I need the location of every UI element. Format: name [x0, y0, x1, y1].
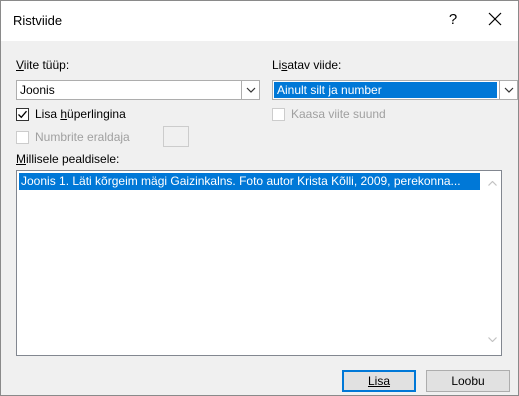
- include-direction-checkbox[interactable]: [272, 108, 285, 121]
- insert-reference-dropdown-button[interactable]: [499, 81, 517, 99]
- caption-listbox[interactable]: Joonis 1. Läti kõrgeim mägi Gaizinkalns.…: [16, 170, 502, 356]
- reference-type-dropdown[interactable]: Joonis: [16, 80, 260, 100]
- hyperlink-label[interactable]: Lisa hüperlingina: [35, 107, 126, 121]
- chevron-down-icon: [246, 87, 256, 93]
- caption-list-label: Millisele pealdisele:: [16, 152, 120, 166]
- hyperlink-checkbox[interactable]: [16, 108, 29, 121]
- cross-reference-dialog: Ristviide ? Viite tüüp: Joonis Lisatav v…: [0, 0, 519, 396]
- scroll-up-icon[interactable]: [488, 181, 497, 186]
- caption-item-text: Joonis 1. Läti kõrgeim mägi Gaizinkalns.…: [21, 174, 461, 188]
- separator-input[interactable]: [163, 126, 189, 147]
- cancel-button[interactable]: Loobu: [426, 370, 510, 392]
- insert-reference-value: Ainult silt ja number: [277, 83, 382, 97]
- separate-numbers-checkbox[interactable]: [16, 131, 29, 144]
- list-item[interactable]: Joonis 1. Läti kõrgeim mägi Gaizinkalns.…: [19, 173, 480, 190]
- insert-button[interactable]: Lisa: [342, 370, 416, 392]
- checkmark-icon: [18, 110, 27, 119]
- reference-type-label-rest: iite tüüp:: [23, 58, 70, 72]
- reference-type-label: Viite tüüp:: [16, 58, 70, 72]
- separate-numbers-label: Numbrite eraldaja: [35, 130, 130, 144]
- title-bar: Ristviide ?: [1, 1, 518, 41]
- insert-reference-label: Lisatav viide:: [272, 58, 342, 72]
- dialog-title: Ristviide: [13, 13, 63, 28]
- insert-reference-dropdown[interactable]: Ainult silt ja number: [272, 80, 518, 100]
- insert-button-label: Lisa: [367, 374, 390, 388]
- include-direction-label: Kaasa viite suund: [291, 107, 386, 121]
- chevron-down-icon: [504, 87, 514, 93]
- insert-reference-selection: Ainult silt ja number: [274, 82, 497, 98]
- close-button[interactable]: [488, 12, 508, 32]
- help-button[interactable]: ?: [441, 11, 465, 31]
- reference-type-value: Joonis: [20, 83, 55, 97]
- vertical-scrollbar[interactable]: [484, 171, 501, 355]
- reference-type-dropdown-button[interactable]: [241, 81, 259, 99]
- scroll-down-icon[interactable]: [488, 337, 497, 342]
- close-icon: [488, 12, 502, 26]
